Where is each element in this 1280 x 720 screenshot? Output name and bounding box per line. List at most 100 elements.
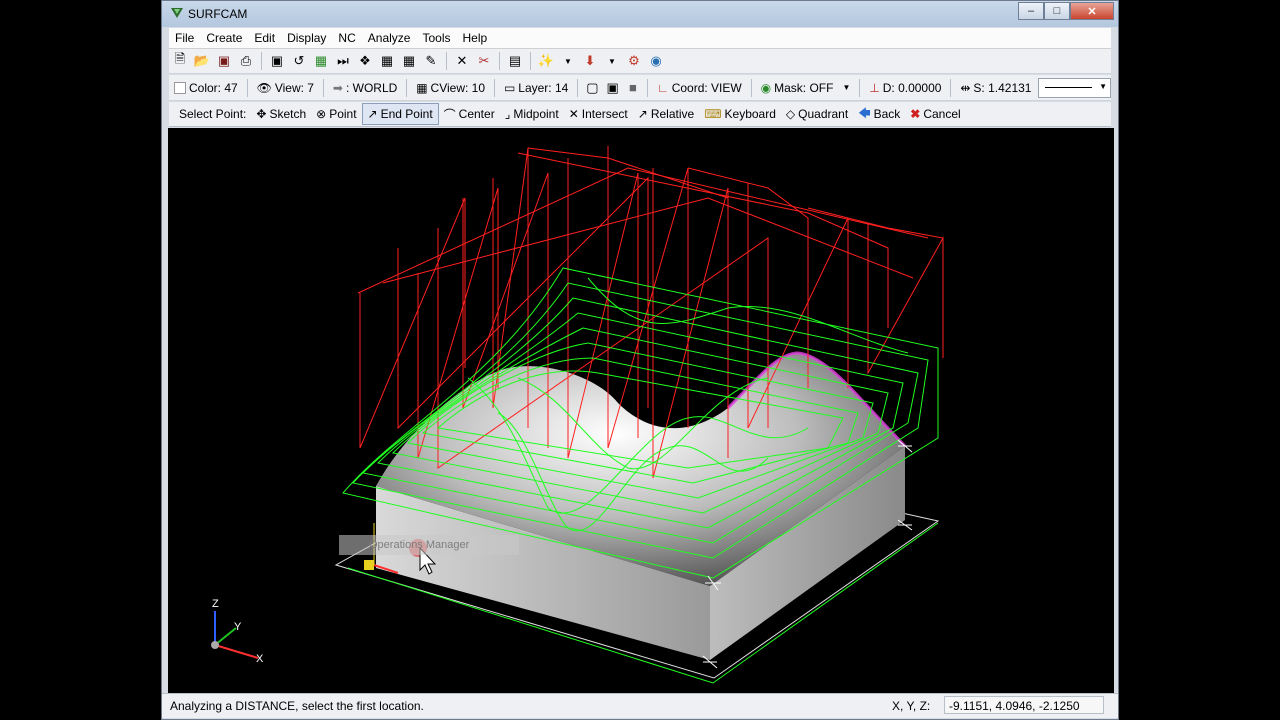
menu-edit[interactable]: Edit xyxy=(248,31,281,45)
eye-icon: 👁 xyxy=(256,80,272,95)
arrow-right-icon: ➡ xyxy=(332,80,343,95)
zoom-window-icon[interactable]: ▦ xyxy=(312,52,330,70)
cview-selector[interactable]: ▦ CView: 10 xyxy=(411,78,490,98)
cview-label: CView: 10 xyxy=(430,80,486,95)
grid-snap-icon[interactable]: ▦ xyxy=(378,52,396,70)
graphics-viewport[interactable]: Z X Y Operations Manager xyxy=(168,128,1114,693)
step-field[interactable]: ⇹ S: 1.42131 xyxy=(955,78,1036,98)
world-selector[interactable]: ➡ : WORLD xyxy=(328,78,402,98)
snap-sketch-button[interactable]: ✥ Sketch xyxy=(251,104,311,124)
snap-sketch-label: Sketch xyxy=(269,107,307,121)
menu-display[interactable]: Display xyxy=(281,31,332,45)
toolbar-separator xyxy=(499,52,500,70)
view-label: View: 7 xyxy=(274,80,314,95)
snap-midpoint-button[interactable]: ⌟ Midpoint xyxy=(500,104,564,124)
surfcam-app-icon xyxy=(171,8,183,18)
mask-icon: ◉ xyxy=(760,80,772,95)
quadrant-icon: ◇ xyxy=(785,107,796,121)
chevron-down-icon: ▼ xyxy=(842,83,851,92)
open-folder-icon[interactable]: 📂 xyxy=(193,52,211,70)
minimize-button[interactable]: – xyxy=(1018,2,1044,20)
drill-icon[interactable]: ⬇ xyxy=(581,52,599,70)
color-selector[interactable]: Color: 47 xyxy=(169,78,243,98)
dropdown-arrow-icon[interactable]: ▼ xyxy=(603,52,621,70)
axis-z-label: Z xyxy=(212,598,219,610)
toolbar-separator xyxy=(859,78,861,97)
cancel-x-icon: ✖ xyxy=(910,107,921,121)
menu-analyze[interactable]: Analyze xyxy=(362,31,417,45)
layer-selector[interactable]: ▭ Layer: 14 xyxy=(499,78,573,98)
snap-relative-button[interactable]: ↗ Relative xyxy=(633,104,699,124)
snap-quadrant-button[interactable]: ◇ Quadrant xyxy=(781,104,853,124)
save-icon[interactable]: ▣ xyxy=(215,52,233,70)
eraser-icon[interactable]: ✎ xyxy=(422,52,440,70)
status-bar: Analyzing a DISTANCE, select the first l… xyxy=(162,693,1118,718)
dropdown-arrow-icon[interactable]: ▼ xyxy=(559,52,577,70)
wireframe-icon[interactable]: ▢ xyxy=(584,79,600,97)
operations-icon[interactable]: ▤ xyxy=(506,52,524,70)
main-toolbar: 🗎 📂 ▣ ⎙ ▣ ↺ ▦ ⏭ ❖ ▦ ▦ ✎ ✕ ✂ ▤ ✨ ▼ ⬇ ▼ ⚙ … xyxy=(169,49,1111,74)
arc-center-icon: ⌒ xyxy=(443,107,456,122)
maximize-button[interactable]: □ xyxy=(1044,2,1070,20)
depth-icon: ⊥ xyxy=(869,80,880,95)
toolbar-separator xyxy=(950,78,952,97)
layer-label: Layer: 14 xyxy=(518,80,569,95)
print-icon[interactable]: ⎙ xyxy=(237,52,255,70)
snap-midpoint-label: Midpoint xyxy=(513,107,559,121)
back-button[interactable]: 🡄 Back xyxy=(853,104,905,124)
snap-point-label: Point xyxy=(329,107,357,121)
coord-label: Coord: VIEW xyxy=(671,80,742,95)
zoom-fit-icon[interactable]: ▣ xyxy=(268,52,286,70)
menu-tools[interactable]: Tools xyxy=(416,31,456,45)
layer-icon: ▭ xyxy=(503,80,516,95)
toolbar-separator xyxy=(577,78,579,97)
toolbar-separator xyxy=(530,52,531,70)
model-render: Z X Y xyxy=(211,146,944,684)
tool-icon[interactable]: ✨ xyxy=(537,52,555,70)
snap-point-button[interactable]: ⊗ Point xyxy=(311,104,361,124)
snap-end-point-button[interactable]: ↗ End Point xyxy=(361,103,439,125)
world-label: : WORLD xyxy=(345,80,398,95)
menu-create[interactable]: Create xyxy=(200,31,248,45)
solid-icon[interactable]: ■ xyxy=(625,79,641,97)
close-button[interactable]: ✕ xyxy=(1070,2,1114,20)
view-selector[interactable]: 👁 View: 7 xyxy=(252,78,319,98)
coord-selector[interactable]: ∟ Coord: VIEW xyxy=(652,78,747,98)
end-point-icon: ↗ xyxy=(367,107,378,121)
title-bar: SURFCAM – □ ✕ xyxy=(162,1,1118,27)
intersect-icon: ✕ xyxy=(568,107,579,121)
midpoint-icon: ⌟ xyxy=(504,107,511,121)
toolbar-separator xyxy=(446,52,447,70)
snap-keyboard-button[interactable]: ⌨ Keyboard xyxy=(699,104,781,124)
snap-center-button[interactable]: ⌒ Center xyxy=(439,104,500,124)
back-label: Back xyxy=(873,107,901,121)
fast-forward-icon[interactable]: ⏭ xyxy=(334,52,352,70)
status-message: Analyzing a DISTANCE, select the first l… xyxy=(170,699,424,713)
window-controls: – □ ✕ xyxy=(1018,2,1114,20)
color-swatch-icon xyxy=(174,81,186,94)
new-file-icon[interactable]: 🗎 xyxy=(171,51,189,70)
point-icon: ⊗ xyxy=(316,107,327,121)
cview-icon: ▦ xyxy=(416,80,428,95)
rotate-icon[interactable]: ❖ xyxy=(356,52,374,70)
menu-help[interactable]: Help xyxy=(456,31,493,45)
delete-icon[interactable]: ✕ xyxy=(453,52,471,70)
toolbar-separator xyxy=(322,78,324,97)
line-style-dropdown[interactable]: ▼ xyxy=(1038,77,1111,98)
menu-nc[interactable]: NC xyxy=(332,31,361,45)
coord-axis-icon: ∟ xyxy=(656,80,669,95)
trim-icon[interactable]: ✂ xyxy=(475,52,493,70)
grid-icon[interactable]: ▦ xyxy=(400,52,418,70)
simulate-icon[interactable]: ◉ xyxy=(647,52,665,70)
undo-view-icon[interactable]: ↺ xyxy=(290,52,308,70)
cancel-button[interactable]: ✖ Cancel xyxy=(905,104,965,124)
menu-file[interactable]: File xyxy=(169,31,200,45)
depth-field[interactable]: ⊥ D: 0.00000 xyxy=(864,78,946,98)
axis-y-label: Y xyxy=(234,621,242,633)
shaded-icon[interactable]: ▣ xyxy=(605,79,621,97)
verify-icon[interactable]: ⚙ xyxy=(625,52,643,70)
mask-selector[interactable]: ◉ Mask: OFF ▼ xyxy=(756,78,856,98)
snap-intersect-button[interactable]: ✕ Intersect xyxy=(564,104,633,124)
snap-center-label: Center xyxy=(458,107,495,121)
snap-end-point-label: End Point xyxy=(380,107,433,121)
